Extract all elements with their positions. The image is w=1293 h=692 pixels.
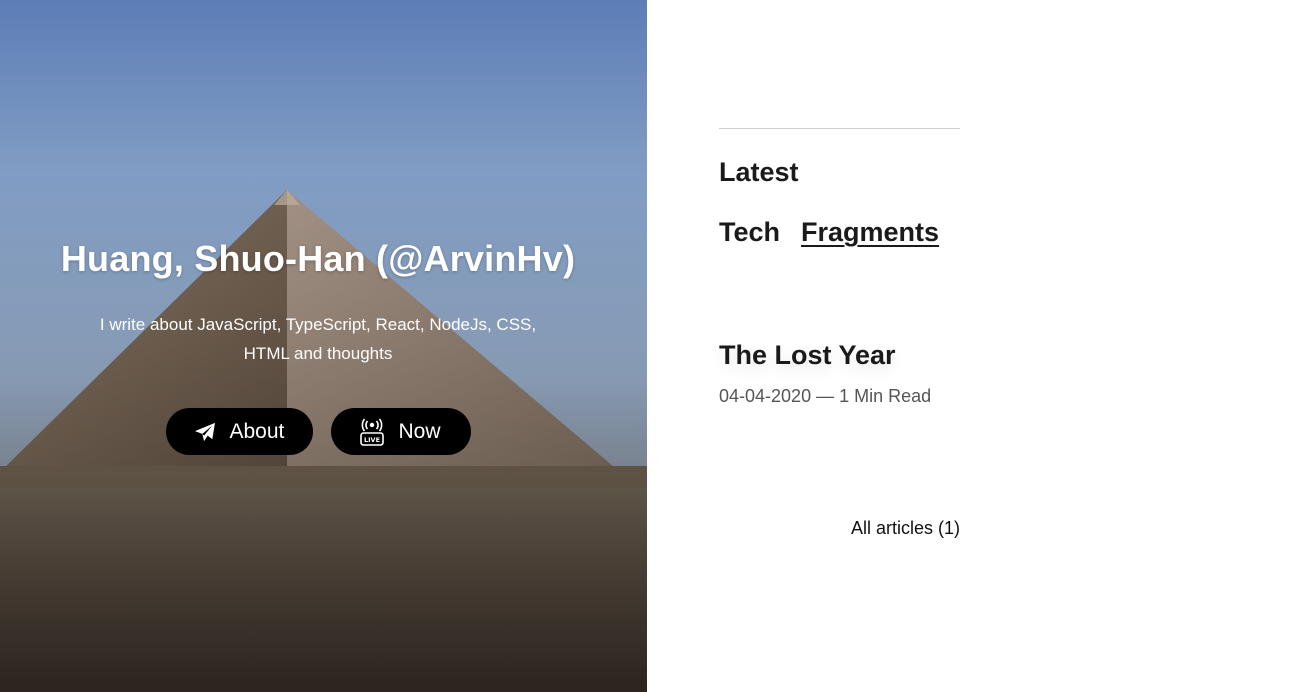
meta-separator: — [816,386,835,406]
main-content: Latest Tech Fragments The Lost Year 04-0… [719,0,960,692]
about-button-label: About [229,419,285,443]
page: Huang, Shuo-Han (@ArvinHv) I write about… [0,0,1293,692]
now-button-label: Now [398,419,441,443]
hero-content: Huang, Shuo-Han (@ArvinHv) I write about… [0,236,636,455]
live-broadcast-icon: LIVE [359,417,385,446]
hero-panel: Huang, Shuo-Han (@ArvinHv) I write about… [0,0,647,692]
hero-button-group: About LIVE Now [0,408,636,455]
paper-plane-icon [194,422,216,442]
now-button[interactable]: LIVE Now [330,408,471,455]
site-owner-title: Huang, Shuo-Han (@ArvinHv) [60,238,576,279]
article-card: The Lost Year 04-04-2020 — 1 Min Read [719,339,979,407]
section-divider [719,128,960,129]
tab-tech[interactable]: Tech [719,216,780,248]
article-date: 04-04-2020 [719,386,812,406]
article-title-link[interactable]: The Lost Year [719,339,979,371]
svg-text:LIVE: LIVE [363,436,379,444]
about-button[interactable]: About [165,408,313,455]
hero-tagline: I write about JavaScript, TypeScript, Re… [99,315,537,363]
category-tabs: Tech Fragments [719,216,939,248]
article-read-time: 1 Min Read [839,386,932,406]
section-title: Latest [719,157,799,187]
all-articles-link[interactable]: All articles (1) [851,517,960,539]
article-meta: 04-04-2020 — 1 Min Read [719,385,979,407]
tab-fragments[interactable]: Fragments [801,216,939,248]
